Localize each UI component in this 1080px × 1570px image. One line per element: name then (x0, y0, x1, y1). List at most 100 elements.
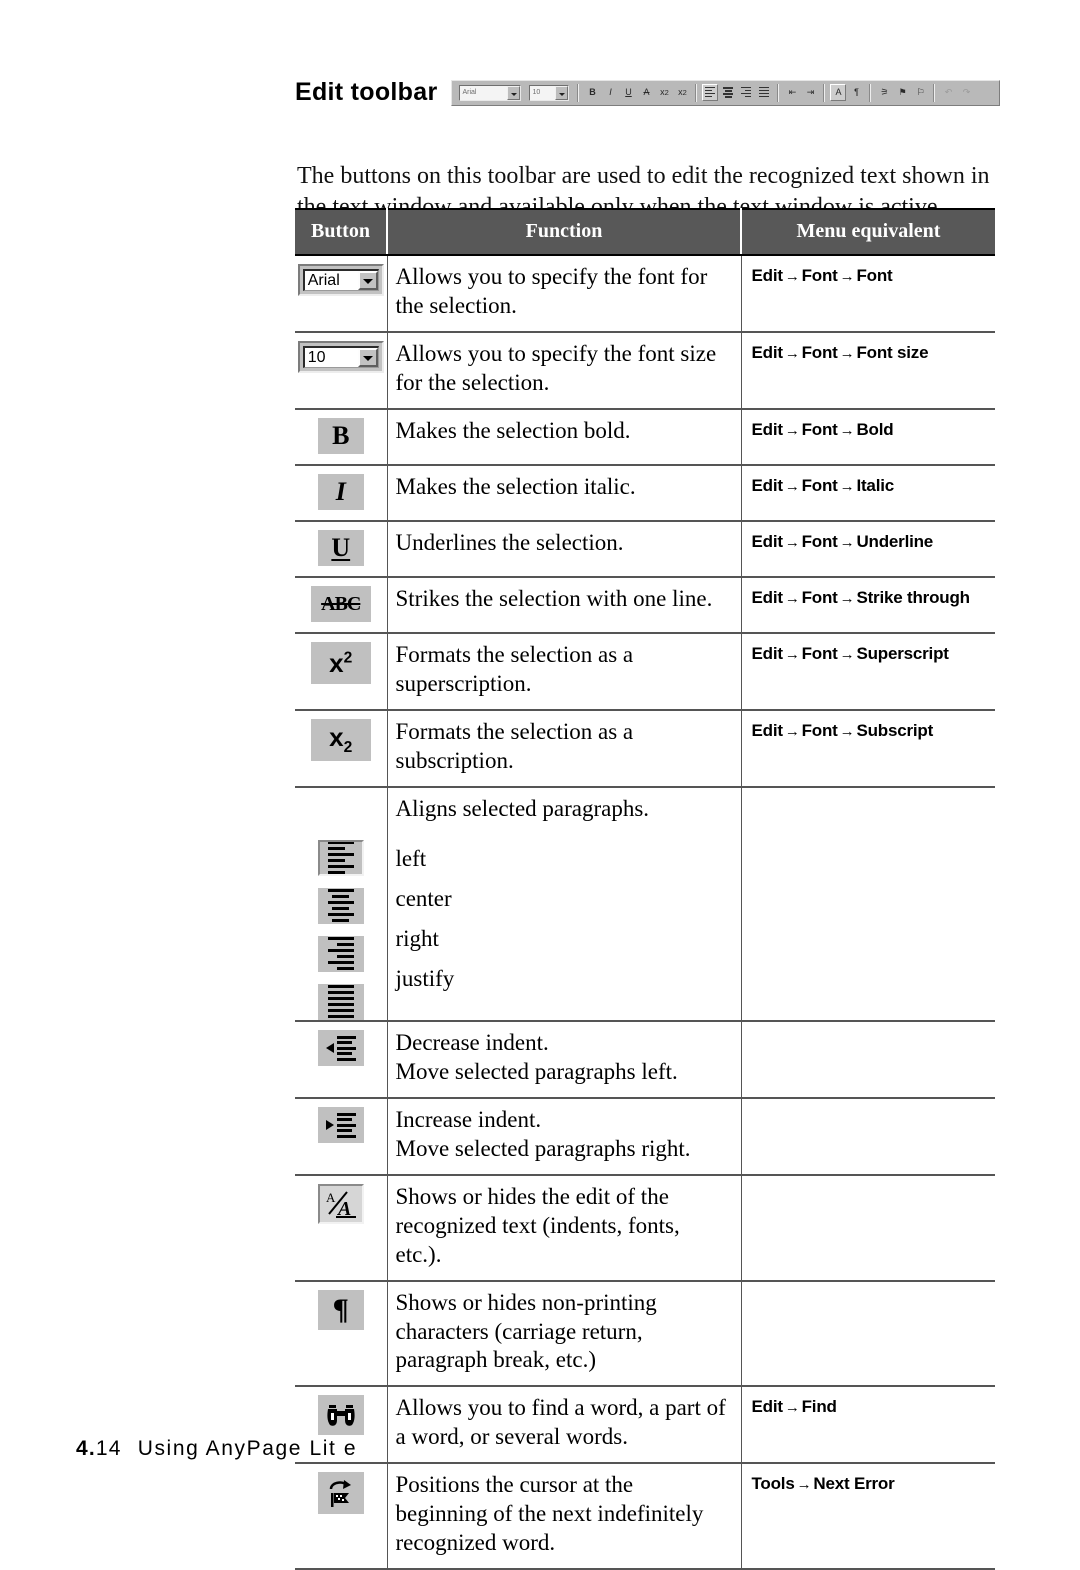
svg-text:A: A (326, 1190, 336, 1205)
chevron-down-icon[interactable] (507, 85, 521, 100)
arrow-icon: → (839, 268, 855, 285)
menu-equivalent-cell (741, 1279, 995, 1387)
superscript-icon[interactable]: x2 (310, 641, 371, 684)
button-cell: ¶ (295, 1279, 388, 1387)
page-title: Edit toolbar (295, 78, 438, 106)
toggle-format-view-icon[interactable]: A (830, 84, 847, 101)
italic-icon[interactable]: I (317, 473, 364, 510)
align-left-icon[interactable] (317, 839, 364, 876)
table-row: Allows you to find a word, a part of a w… (295, 1385, 995, 1464)
show-nonprinting-icon[interactable]: ¶ (317, 1289, 364, 1330)
prev-error-icon[interactable]: ⚐ (912, 84, 928, 101)
button-cell: x2 (295, 708, 388, 787)
arrow-icon: → (839, 533, 855, 551)
menu-equivalent-cell (741, 1019, 995, 1098)
superscript-icon[interactable]: x2 (656, 84, 672, 101)
menu-equivalent-cell: Edit → Font → Italic (741, 463, 995, 521)
menu-equivalent-cell: Edit → Font → Strike through (741, 575, 995, 633)
menu-part: Font size (856, 342, 929, 362)
font-name-value: Arial (307, 272, 340, 289)
function-cell: Underlines the selection. (387, 519, 742, 577)
decrease-indent-icon[interactable]: ⇤ (784, 84, 800, 101)
next-error-icon[interactable]: ⚑ (894, 84, 910, 101)
chevron-down-icon[interactable] (357, 271, 378, 290)
align-justify-icon[interactable] (756, 84, 772, 101)
function-cell: Makes the selection italic. (387, 463, 742, 521)
font-size-combo[interactable]: 10 (297, 340, 384, 373)
toolbar-font-name-combo[interactable]: Arial (459, 84, 522, 101)
find-icon[interactable]: ⚞ (876, 84, 892, 101)
show-nonprinting-icon[interactable]: ¶ (848, 84, 864, 101)
subscript-icon[interactable]: x2 (674, 84, 690, 101)
menu-part: Edit (751, 419, 784, 439)
table-row-alignment-group: Aligns selected paragraphs. left center … (295, 785, 995, 1021)
align-right-icon[interactable] (317, 935, 364, 972)
footer-title: Using AnyPage Lit e (137, 1437, 358, 1460)
chevron-down-icon[interactable] (555, 85, 569, 100)
table-header-row: Button Function Menu equivalent (295, 208, 995, 256)
align-left-icon[interactable] (702, 84, 719, 101)
button-cell (295, 1462, 388, 1570)
align-center-icon[interactable] (720, 84, 736, 101)
align-option-left: left (395, 845, 427, 871)
edit-toolbar-reference-table: Button Function Menu equivalent Arial Al… (295, 208, 995, 1570)
function-cell: Formats the selection as a subscription. (387, 708, 742, 787)
underline-icon[interactable]: U (620, 84, 636, 101)
menu-equivalent-cell (741, 785, 995, 1021)
underline-icon[interactable]: U (317, 529, 364, 566)
table-row: ¶ Shows or hides non-printing characters… (295, 1279, 995, 1387)
increase-indent-icon[interactable] (317, 1106, 364, 1143)
button-cell: U (295, 519, 388, 577)
align-justify-icon[interactable] (317, 983, 364, 1020)
decrease-indent-icon[interactable] (317, 1029, 364, 1066)
strikethrough-icon[interactable]: A (638, 84, 654, 101)
font-name-combo[interactable]: Arial (297, 264, 384, 296)
menu-part: Edit (751, 1397, 784, 1417)
align-right-icon[interactable] (738, 84, 754, 101)
strikethrough-icon[interactable]: ABC (310, 585, 371, 622)
bold-icon[interactable]: B (317, 417, 364, 454)
next-error-icon[interactable] (317, 1472, 364, 1515)
toolbar-font-size-combo[interactable]: 10 (529, 84, 570, 101)
table-row: Positions the cursor at the beginning of… (295, 1462, 995, 1570)
find-icon[interactable] (317, 1395, 364, 1436)
align-option-justify: justify (395, 965, 455, 991)
bold-icon[interactable]: B (584, 84, 600, 101)
function-cell: Shows or hides the edit of the recognize… (387, 1173, 742, 1281)
button-cell: A A (295, 1173, 388, 1281)
arrow-icon: → (784, 645, 800, 663)
arrow-icon: → (784, 268, 800, 285)
menu-part: Bold (856, 419, 894, 439)
menu-part: Edit (751, 475, 784, 495)
arrow-icon: → (839, 344, 855, 362)
toggle-format-view-icon[interactable]: A A (317, 1183, 364, 1224)
menu-part: Edit (751, 587, 784, 607)
menu-part: Edit (751, 720, 784, 740)
table-row: 10 Allows you to specify the font size f… (295, 330, 995, 409)
increase-indent-icon[interactable]: ⇥ (802, 84, 818, 101)
italic-icon[interactable]: I (602, 84, 618, 101)
button-cell (295, 1019, 388, 1098)
svg-text:A: A (336, 1198, 351, 1219)
function-cell: Shows or hides non-printing characters (… (387, 1279, 742, 1387)
arrow-icon: → (839, 589, 855, 607)
button-cell: ABC (295, 575, 388, 633)
subscript-icon[interactable]: x2 (310, 718, 371, 761)
chevron-down-icon[interactable] (357, 347, 378, 367)
menu-part: Tools (751, 1474, 795, 1494)
arrow-icon: → (784, 1399, 800, 1417)
menu-part: Underline (856, 531, 934, 551)
arrow-icon: → (839, 722, 855, 740)
function-cell: Increase indent. Move selected paragraph… (387, 1096, 742, 1175)
menu-part: Font (856, 266, 893, 285)
table-row: ABC Strikes the selection with one line.… (295, 575, 995, 633)
menu-part: Edit (751, 342, 784, 362)
table-row: Decrease indent. Move selected paragraph… (295, 1019, 995, 1098)
align-center-icon[interactable] (317, 887, 364, 924)
table-row: U Underlines the selection. Edit → Font → Un… (295, 519, 995, 577)
menu-equivalent-cell (741, 1173, 995, 1281)
function-cell: Allows you to specify the font size for … (387, 330, 742, 409)
redo-icon: ↷ (962, 87, 971, 97)
page-footer: 4.14 Using AnyPage Lit e (76, 1437, 357, 1461)
font-size-value: 10 (307, 348, 326, 366)
